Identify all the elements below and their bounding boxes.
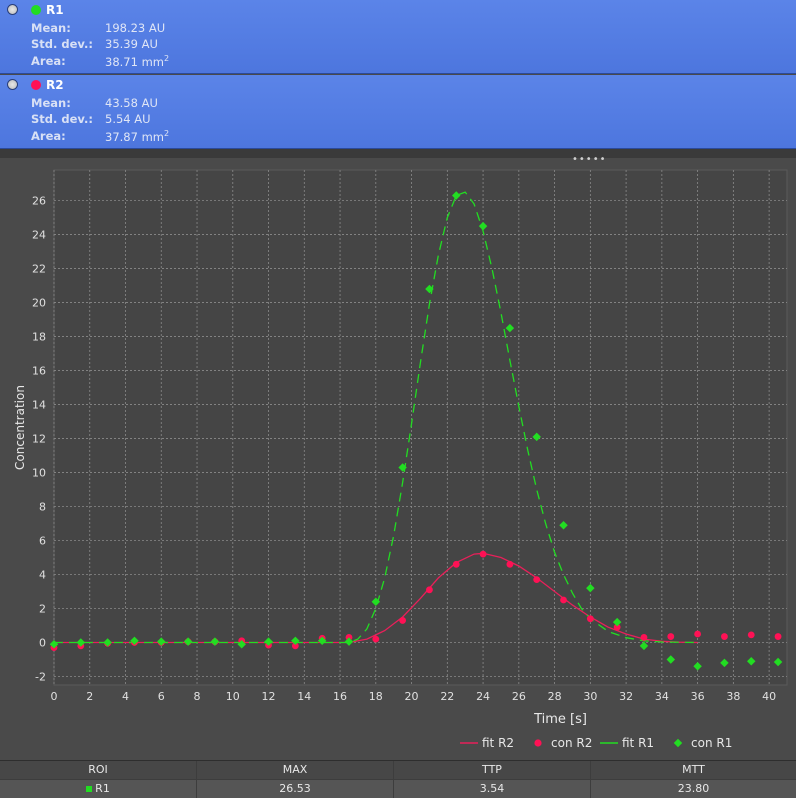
legend-marker-con-r2: [534, 739, 542, 747]
legend-label-con-r2: con R2: [551, 736, 592, 750]
x-tick-label: 28: [548, 690, 562, 703]
x-tick-label: 16: [333, 690, 347, 703]
roi-name: R1: [46, 3, 64, 17]
y-tick-label: 16: [32, 365, 46, 378]
y-tick-label: 20: [32, 297, 46, 310]
roi-color-dot: [31, 5, 41, 15]
x-tick-label: 22: [440, 690, 454, 703]
legend-label-fit-r2: fit R2: [482, 736, 514, 750]
x-tick-label: 12: [262, 690, 276, 703]
data-point-con-r2: [640, 634, 648, 641]
data-point-con-r2: [774, 633, 782, 640]
data-point-con-r2: [399, 617, 407, 624]
x-tick-label: 8: [194, 690, 201, 703]
data-point-con-r2: [372, 635, 380, 643]
x-tick-label: 32: [619, 690, 633, 703]
data-point-con-r2: [721, 633, 728, 640]
y-tick-label: -2: [35, 671, 46, 684]
area-label: Area:: [31, 129, 66, 143]
splitter-bar[interactable]: [0, 149, 796, 158]
cell-ttp: 3.54: [394, 780, 591, 798]
y-tick-label: 4: [39, 569, 46, 582]
std-value: 5.54 AU: [105, 112, 151, 126]
header-ttp[interactable]: TTP: [394, 761, 591, 779]
x-tick-label: 10: [226, 690, 240, 703]
data-point-con-r2: [533, 576, 541, 584]
x-tick-label: 40: [762, 690, 776, 703]
data-point-con-r2: [586, 615, 594, 623]
legend-marker-con-r1: [673, 738, 683, 748]
results-table: ROI MAX TTP MTT R1 26.53 3.54 23.80: [0, 760, 796, 798]
cell-max: 26.53: [197, 780, 394, 798]
select-radio[interactable]: [7, 79, 18, 90]
roi-panel-r1[interactable]: R1 Mean: 198.23 AU Std. dev.: 35.39 AU A…: [0, 0, 796, 74]
y-tick-label: 22: [32, 263, 46, 276]
cell-mtt: 23.80: [677, 782, 710, 795]
data-point-con-r2: [426, 586, 433, 594]
roi-panel-r2[interactable]: R2 Mean: 43.58 AU Std. dev.: 5.54 AU Are…: [0, 75, 796, 149]
mean-value: 43.58 AU: [105, 96, 158, 110]
area-label: Area:: [31, 54, 66, 68]
y-tick-label: 18: [32, 331, 46, 344]
y-tick-label: 12: [32, 433, 46, 446]
mean-label: Mean:: [31, 21, 71, 35]
data-point-con-r2: [452, 560, 460, 568]
y-tick-label: 2: [39, 603, 46, 616]
x-tick-label: 38: [726, 690, 740, 703]
x-tick-label: 4: [122, 690, 129, 703]
std-label: Std. dev.:: [31, 112, 93, 126]
x-tick-label: 24: [476, 690, 490, 703]
x-tick-label: 2: [86, 690, 93, 703]
cell-roi: R1: [0, 780, 197, 798]
x-tick-label: 26: [512, 690, 526, 703]
header-max[interactable]: MAX: [197, 761, 394, 779]
table-header: ROI MAX TTP MTT: [0, 761, 796, 779]
roi-color-dot: [31, 80, 41, 90]
data-point-con-r2: [747, 631, 755, 639]
legend-label-con-r1: con R1: [691, 736, 732, 750]
data-point-con-r2: [694, 630, 702, 638]
header-roi[interactable]: ROI: [0, 761, 197, 779]
x-axis-label: Time [s]: [533, 712, 587, 727]
y-tick-label: 24: [32, 229, 46, 242]
data-point-con-r2: [667, 633, 675, 640]
data-point-con-r2: [506, 560, 514, 568]
data-point-con-r2: [479, 550, 487, 558]
x-tick-label: 34: [655, 690, 669, 703]
concentration-chart: 0 2 4 6 8 10 12 14 16 18 20 22 24 26 28 30 32 34 36 38 40-20…: [13, 169, 788, 750]
mean-label: Mean:: [31, 96, 71, 110]
plot-area: [53, 169, 788, 686]
y-tick-label: 6: [39, 535, 46, 548]
y-tick-label: 8: [39, 501, 46, 514]
std-value: 35.39 AU: [105, 37, 158, 51]
data-point-con-r2: [560, 596, 567, 604]
roi-color-square: [86, 786, 93, 792]
table-row[interactable]: R1 26.53 3.54 23.80: [0, 779, 796, 798]
std-label: Std. dev.:: [31, 37, 93, 51]
header-mtt[interactable]: MTT: [591, 761, 796, 779]
y-tick-label: 26: [32, 195, 46, 208]
x-tick-label: 14: [297, 690, 311, 703]
x-tick-label: 18: [369, 690, 383, 703]
x-tick-label: 36: [691, 690, 705, 703]
x-tick-label: 20: [405, 690, 419, 703]
roi-name: R2: [46, 78, 64, 92]
area-value: 37.87 mm2: [105, 129, 170, 144]
x-tick-label: 6: [158, 690, 165, 703]
mean-value: 198.23 AU: [105, 21, 166, 35]
x-tick-label: 30: [583, 690, 597, 703]
y-tick-label: 0: [39, 637, 46, 650]
y-axis-label: Concentration: [13, 385, 27, 470]
y-tick-label: 14: [32, 399, 46, 412]
area-value: 38.71 mm2: [105, 54, 170, 69]
x-tick-label: 0: [51, 690, 58, 703]
y-tick-label: 10: [32, 467, 46, 480]
select-radio[interactable]: [7, 4, 18, 15]
legend-label-fit-r1: fit R1: [622, 736, 654, 750]
